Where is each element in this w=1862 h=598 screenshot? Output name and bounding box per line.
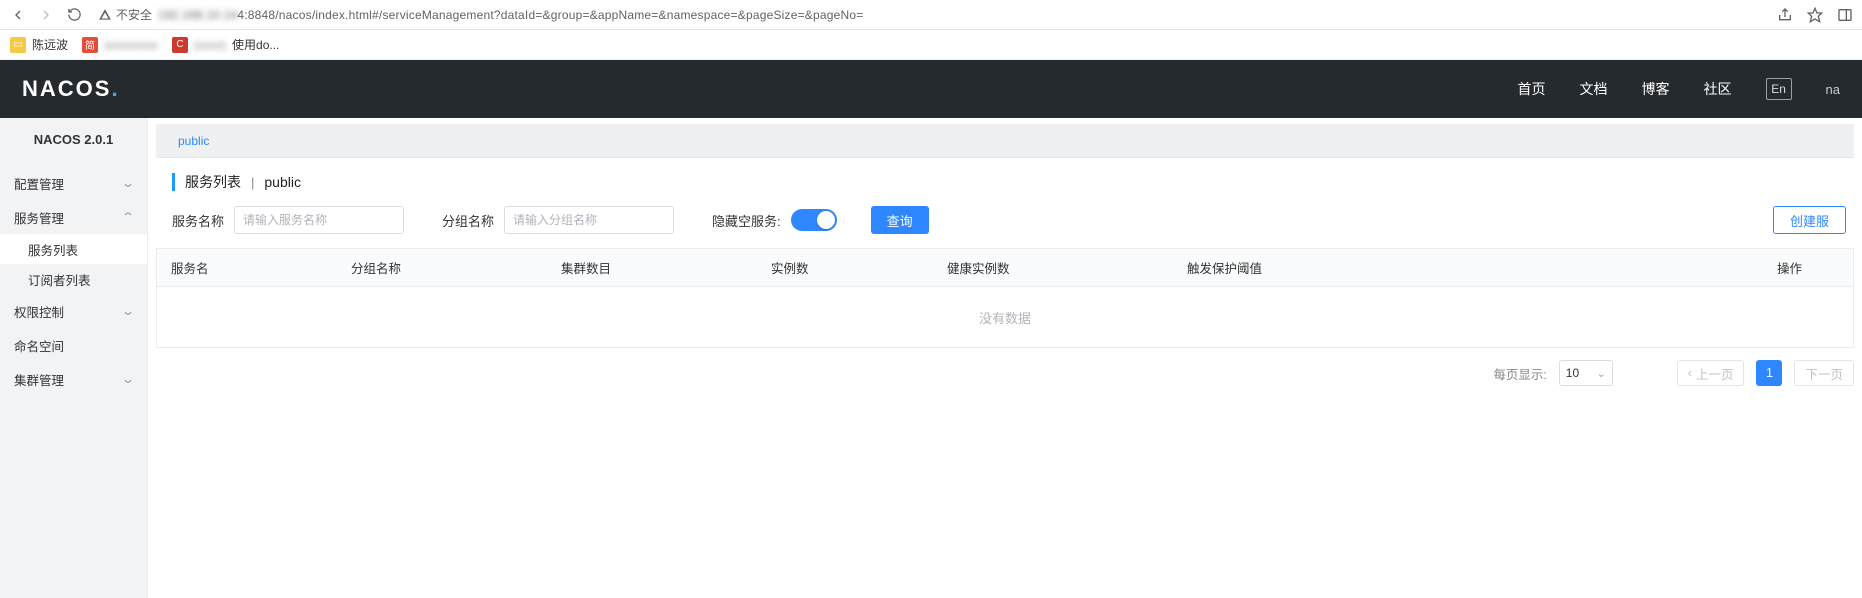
chevron-down-icon: ⌄ xyxy=(1597,367,1606,380)
bookmark-label: 使用do... xyxy=(232,36,279,53)
th-group: 分组名称 xyxy=(337,258,547,277)
next-page-button[interactable]: 下一页 xyxy=(1794,360,1854,386)
service-name-label: 服务名称 xyxy=(172,211,224,230)
th-operation: 操作 xyxy=(1763,258,1853,277)
favicon-icon: 简 xyxy=(82,37,98,53)
group-name-label: 分组名称 xyxy=(442,211,494,230)
lang-switch[interactable]: En xyxy=(1766,78,1792,100)
namespace-tabs: public xyxy=(156,124,1854,158)
filter-row: 服务名称 分组名称 隐藏空服务: 查询 创建服 xyxy=(156,202,1862,248)
sidebar-item-cluster[interactable]: 集群管理 ⌄ xyxy=(0,362,147,396)
logo-text: NACOS xyxy=(22,76,111,102)
page-size-value: 10 xyxy=(1566,366,1579,380)
page-namespace: public xyxy=(264,174,301,190)
bookmark-item[interactable]: C (xxxx) 使用do... xyxy=(172,36,279,53)
title-separator: | xyxy=(251,175,254,190)
per-page-label: 每页显示: xyxy=(1493,364,1546,383)
page-title-row: 服务列表 | public xyxy=(156,158,1862,202)
sidebar-item-permission[interactable]: 权限控制 ⌄ xyxy=(0,294,147,328)
next-label: 下一页 xyxy=(1805,364,1843,383)
th-threshold: 触发保护阈值 xyxy=(1173,258,1763,277)
prev-label: 上一页 xyxy=(1696,364,1734,383)
create-service-button[interactable]: 创建服 xyxy=(1773,206,1846,234)
sidebar-item-config[interactable]: 配置管理 ⌄ xyxy=(0,166,147,200)
th-cluster-count: 集群数目 xyxy=(547,258,757,277)
bookmark-item[interactable]: ▭ 陈远波 xyxy=(10,36,68,53)
th-healthy-count: 健康实例数 xyxy=(933,258,1173,277)
insecure-badge: 不安全 xyxy=(98,6,152,23)
sidebar: NACOS 2.0.1 配置管理 ⌄ 服务管理 ⌃ 服务列表 订阅者列表 权限控… xyxy=(0,118,148,598)
sidebar-item-label: 配置管理 xyxy=(14,174,64,193)
address-bar[interactable]: 不安全 192.168.10.144:8848/nacos/index.html… xyxy=(92,6,1768,23)
share-icon[interactable] xyxy=(1776,6,1794,24)
app-header: NACOS. 首页 文档 博客 社区 En na xyxy=(0,60,1862,118)
query-button[interactable]: 查询 xyxy=(871,206,929,234)
folder-icon: ▭ xyxy=(10,37,26,53)
reload-icon[interactable] xyxy=(64,5,84,25)
sidebar-item-label: 权限控制 xyxy=(14,302,64,321)
bookmarks-bar: ▭ 陈远波 简 xxxxxxxxx C (xxxx) 使用do... xyxy=(0,30,1862,60)
group-name-input[interactable] xyxy=(504,206,674,234)
panel-icon[interactable] xyxy=(1836,6,1854,24)
table-header: 服务名 分组名称 集群数目 实例数 健康实例数 触发保护阈值 操作 xyxy=(157,249,1853,287)
chevron-up-icon: ⌃ xyxy=(121,210,135,224)
bookmark-label: 陈远波 xyxy=(32,36,68,53)
header-nav: 首页 文档 博客 社区 En na xyxy=(1518,78,1840,100)
logo-dot-icon: . xyxy=(111,76,119,102)
star-icon[interactable] xyxy=(1806,6,1824,24)
url-text: 192.168.10.144:8848/nacos/index.html#/se… xyxy=(158,8,863,22)
browser-bar: 不安全 192.168.10.144:8848/nacos/index.html… xyxy=(0,0,1862,30)
sidebar-item-label: 命名空间 xyxy=(14,336,64,355)
insecure-label: 不安全 xyxy=(116,6,152,23)
bookmark-label: (xxxx) xyxy=(194,38,226,52)
page-title: 服务列表 xyxy=(185,172,241,192)
sidebar-item-namespace[interactable]: 命名空间 xyxy=(0,328,147,362)
title-bar-icon xyxy=(172,173,175,191)
hide-empty-label: 隐藏空服务: xyxy=(712,211,781,230)
sidebar-sub-service-list[interactable]: 服务列表 xyxy=(0,234,147,264)
bookmark-label: xxxxxxxxx xyxy=(104,38,158,52)
chevron-down-icon: ⌄ xyxy=(121,304,135,318)
header-cutoff: na xyxy=(1826,82,1840,97)
sidebar-version: NACOS 2.0.1 xyxy=(0,118,147,160)
table-empty: 没有数据 xyxy=(157,287,1853,347)
th-instance-count: 实例数 xyxy=(757,258,933,277)
pagination: 每页显示: 10 ⌄ ‹ 上一页 1 下一页 xyxy=(148,348,1862,386)
prev-page-button[interactable]: ‹ 上一页 xyxy=(1677,360,1745,386)
sidebar-item-label: 服务列表 xyxy=(28,240,78,259)
nav-home[interactable]: 首页 xyxy=(1518,79,1546,99)
browser-right-icons xyxy=(1776,6,1854,24)
forward-icon[interactable] xyxy=(36,5,56,25)
chevron-down-icon: ⌄ xyxy=(121,176,135,190)
sidebar-item-label: 服务管理 xyxy=(14,208,64,227)
nav-docs[interactable]: 文档 xyxy=(1580,79,1608,99)
tab-public[interactable]: public xyxy=(172,130,215,152)
page-number-current[interactable]: 1 xyxy=(1756,360,1782,386)
bookmark-item[interactable]: 简 xxxxxxxxx xyxy=(82,37,158,53)
favicon-icon: C xyxy=(172,37,188,53)
content: public 服务列表 | public 服务名称 分组名称 隐藏空服务: 查询… xyxy=(148,118,1862,598)
back-icon[interactable] xyxy=(8,5,28,25)
service-name-input[interactable] xyxy=(234,206,404,234)
hide-empty-toggle[interactable] xyxy=(791,209,837,231)
sidebar-item-service[interactable]: 服务管理 ⌃ xyxy=(0,200,147,234)
th-service-name: 服务名 xyxy=(157,258,337,277)
service-table: 服务名 分组名称 集群数目 实例数 健康实例数 触发保护阈值 操作 没有数据 xyxy=(156,248,1854,348)
chevron-down-icon: ⌄ xyxy=(121,372,135,386)
sidebar-sub-subscriber-list[interactable]: 订阅者列表 xyxy=(0,264,147,294)
sidebar-item-label: 订阅者列表 xyxy=(28,270,91,289)
chevron-left-icon: ‹ xyxy=(1688,366,1692,380)
nav-community[interactable]: 社区 xyxy=(1704,79,1732,99)
nav-blog[interactable]: 博客 xyxy=(1642,79,1670,99)
logo[interactable]: NACOS. xyxy=(22,76,120,102)
page-size-select[interactable]: 10 ⌄ xyxy=(1559,360,1613,386)
sidebar-item-label: 集群管理 xyxy=(14,370,64,389)
